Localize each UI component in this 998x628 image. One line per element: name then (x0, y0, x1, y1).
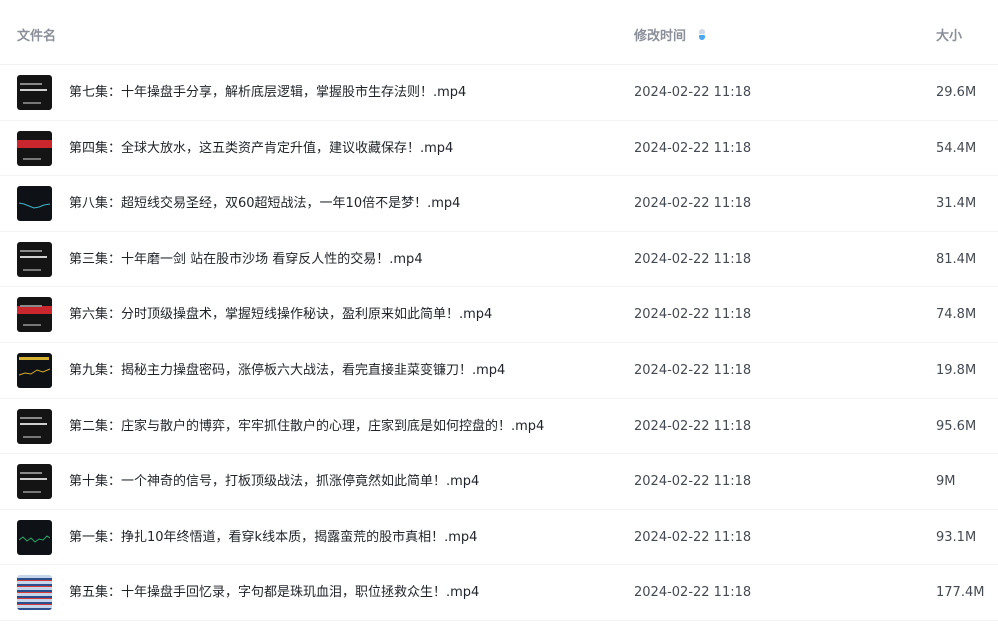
file-modified-time: 2024-02-22 11:18 (634, 585, 752, 601)
file-name[interactable]: 第八集：超短线交易圣经，双60超短战法，一年10倍不是梦！.mp4 (69, 176, 460, 231)
table-row[interactable]: 第七集：十年操盘手分享，解析底层逻辑，掌握股市生存法则！.mp4 2024-02… (0, 65, 998, 121)
file-name[interactable]: 第七集：十年操盘手分享，解析底层逻辑，掌握股市生存法则！.mp4 (69, 65, 466, 120)
table-row[interactable]: 第六集：分时顶级操盘术，掌握短线操作秘诀，盈利原来如此简单！.mp4 2024-… (0, 287, 998, 343)
file-size: 95.6M (936, 418, 977, 434)
file-modified-time: 2024-02-22 11:18 (634, 140, 752, 156)
column-header-time-label: 修改时间 (634, 29, 687, 44)
video-thumbnail-icon (17, 408, 52, 444)
file-name[interactable]: 第一集：挣扎10年终悟道，看穿k线本质，揭露蛮荒的股市真相！.mp4 (69, 510, 477, 565)
video-thumbnail-icon (17, 130, 52, 166)
file-list: 文件名 修改时间 大小 第七集：十年操盘手分享，解析底层逻辑，掌握股市生存法则！… (0, 0, 998, 628)
file-modified-time: 2024-02-22 11:18 (634, 418, 752, 434)
file-modified-time: 2024-02-22 11:18 (634, 362, 752, 378)
table-row[interactable]: 第五集：十年操盘手回忆录，字句都是珠玑血泪，职位拯救众生！.mp4 2024-0… (0, 565, 998, 621)
table-header: 文件名 修改时间 大小 (0, 0, 998, 65)
file-size: 54.4M (936, 140, 977, 156)
column-header-size[interactable]: 大小 (936, 0, 962, 64)
file-name[interactable]: 第十集：一个神奇的信号，打板顶级战法，抓涨停竟然如此简单！.mp4 (69, 454, 479, 509)
file-size: 29.6M (936, 85, 977, 100)
column-header-time[interactable]: 修改时间 (634, 0, 706, 64)
video-thumbnail-icon (17, 519, 52, 555)
file-size: 74.8M (936, 307, 977, 323)
table-row[interactable]: 第四集：全球大放水，这五类资产肯定升值，建议收藏保存！.mp4 2024-02-… (0, 121, 998, 177)
file-name[interactable]: 第六集：分时顶级操盘术，掌握短线操作秘诀，盈利原来如此简单！.mp4 (69, 287, 492, 342)
sort-icon[interactable] (698, 29, 706, 41)
file-modified-time: 2024-02-22 11:18 (634, 474, 752, 490)
file-size: 177.4M (936, 585, 985, 601)
table-row[interactable]: 第一集：挣扎10年终悟道，看穿k线本质，揭露蛮荒的股市真相！.mp4 2024-… (0, 510, 998, 566)
file-name[interactable]: 第四集：全球大放水，这五类资产肯定升值，建议收藏保存！.mp4 (69, 121, 453, 176)
file-size: 31.4M (936, 196, 977, 212)
video-thumbnail-icon (17, 241, 52, 277)
video-thumbnail-icon (17, 186, 52, 222)
video-thumbnail-icon (17, 464, 52, 500)
video-thumbnail-icon (17, 575, 52, 611)
file-name[interactable]: 第二集：庄家与散户的博弈，牢牢抓住散户的心理，庄家到底是如何控盘的！.mp4 (69, 399, 544, 454)
file-name[interactable]: 第三集：十年磨一剑 站在股市沙场 看穿反人性的交易！.mp4 (69, 232, 423, 287)
table-row[interactable]: 第三集：十年磨一剑 站在股市沙场 看穿反人性的交易！.mp4 2024-02-2… (0, 232, 998, 288)
file-size: 93.1M (936, 529, 977, 545)
table-row[interactable]: 第二集：庄家与散户的博弈，牢牢抓住散户的心理，庄家到底是如何控盘的！.mp4 2… (0, 399, 998, 455)
file-modified-time: 2024-02-22 11:18 (634, 529, 752, 545)
video-thumbnail-icon (17, 297, 52, 333)
table-row[interactable]: 第九集：揭秘主力操盘密码，涨停板六大战法，看完直接韭菜变镰刀！.mp4 2024… (0, 343, 998, 399)
column-header-name[interactable]: 文件名 (17, 0, 56, 64)
video-thumbnail-icon (17, 352, 52, 388)
file-size: 9M (936, 474, 956, 490)
file-modified-time: 2024-02-22 11:18 (634, 307, 752, 323)
file-modified-time: 2024-02-22 11:18 (634, 251, 752, 267)
file-name[interactable]: 第五集：十年操盘手回忆录，字句都是珠玑血泪，职位拯救众生！.mp4 (69, 565, 479, 620)
video-thumbnail-icon (17, 75, 52, 110)
file-name[interactable]: 第九集：揭秘主力操盘密码，涨停板六大战法，看完直接韭菜变镰刀！.mp4 (69, 343, 505, 398)
table-row[interactable]: 第八集：超短线交易圣经，双60超短战法，一年10倍不是梦！.mp4 2024-0… (0, 176, 998, 232)
file-size: 81.4M (936, 251, 977, 267)
file-modified-time: 2024-02-22 11:18 (634, 196, 752, 212)
file-size: 19.8M (936, 362, 977, 378)
file-modified-time: 2024-02-22 11:18 (634, 85, 752, 100)
table-row[interactable]: 第十集：一个神奇的信号，打板顶级战法，抓涨停竟然如此简单！.mp4 2024-0… (0, 454, 998, 510)
